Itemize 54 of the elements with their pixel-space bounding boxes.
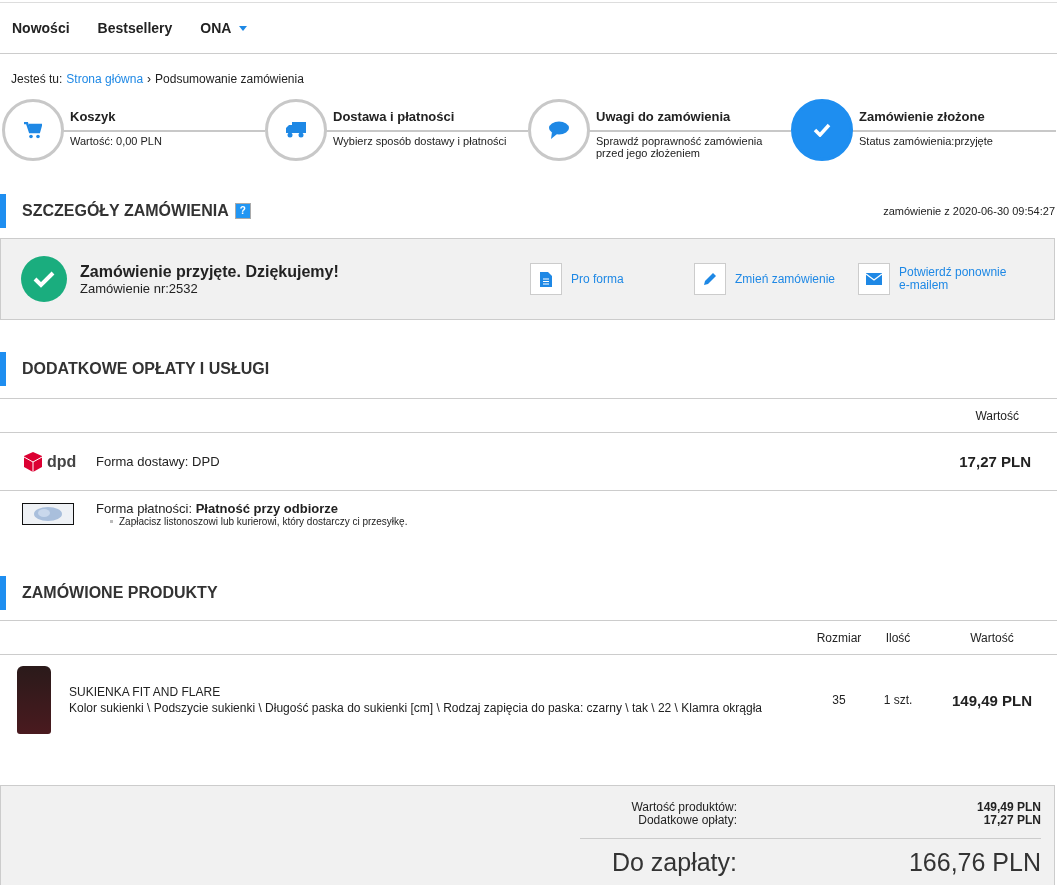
column-header: Rozmiar [815, 630, 863, 645]
caret-icon [239, 25, 248, 31]
breadcrumb-link[interactable]: Strona główna [66, 72, 144, 86]
product-quantity: 1 szt. [882, 693, 914, 707]
section-title: DODATKOWE OPŁATY I USŁUGI [22, 360, 270, 378]
summary-label: Dodatkowe opłaty: [637, 814, 737, 827]
breadcrumb-separator: › [147, 72, 152, 86]
section-accent-bar [0, 194, 6, 228]
column-header: Ilość [884, 630, 912, 645]
section-title: ZAMÓWIONE PRODUKTY [22, 584, 218, 602]
breadcrumb-current: Podsumowanie zamówienia [155, 72, 304, 86]
column-header: Wartość [969, 630, 1015, 645]
section-title: SZCZEGÓŁY ZAMÓWIENIA [22, 202, 229, 220]
product-size: 35 [831, 693, 847, 707]
action-link[interactable]: Zmień zamówienie [735, 272, 855, 286]
action-link[interactable]: Pro forma [571, 272, 691, 286]
summary-label: Wartość produktów: [630, 801, 737, 814]
section-accent-bar [0, 576, 6, 610]
step-description: Wybierz sposób dostawy i płatności [333, 135, 508, 147]
checkmark-icon [813, 123, 831, 137]
product-options: Kolor sukienki \ Podszycie sukienki \ Długość paska do sukienki [cm] \ Rodzaj zapięcia do paska: czarny \ tak \ 22 \ Klamra okrągła [69, 700, 809, 716]
product-price: 149,49 PLN [950, 691, 1033, 709]
nav-link[interactable]: Bestsellery [97, 20, 173, 36]
photo-placeholder [17, 666, 51, 734]
nav-link[interactable]: Nowości [12, 20, 70, 36]
total-label: Do zapłaty: [610, 848, 737, 877]
order-number: Zamówienie nr:2532 [80, 280, 199, 296]
payment-method: Forma płatności: Płatność przy odbiorze [96, 501, 339, 516]
check-circle-icon [21, 256, 67, 302]
delivery-price: 17,27 PLN [959, 453, 1031, 470]
envelope-icon[interactable] [858, 263, 890, 295]
nav-link[interactable]: ONA [200, 20, 248, 36]
step-description: Status zamówienia:przyjęte [859, 135, 994, 147]
confirmation-message: Zamówienie przyjęte. Dziękujemy! [80, 262, 340, 281]
action-link[interactable]: Potwierdź ponownie e-mailem [899, 266, 1019, 292]
order-date: zamówienie z 2020-06-30 09:54:27 [883, 205, 1055, 217]
summary-value: 17,27 PLN [982, 814, 1041, 827]
summary-value: 149,49 PLN [975, 801, 1041, 814]
delivery-method: Forma dostawy: DPD [96, 454, 220, 469]
section-accent-bar [0, 352, 6, 386]
product-name[interactable]: SUKIENKA FIT AND FLARE [69, 684, 809, 700]
payment-note: Zapłacisz listonoszowi lub kurierowi, który dostarczy ci przesyłkę. [119, 516, 408, 527]
column-header: Wartość [975, 408, 1019, 423]
total-value: 166,76 PLN [907, 848, 1041, 877]
dpd-logo: dpd [24, 451, 77, 472]
help-button[interactable]: ? [234, 203, 251, 219]
breadcrumb-label: Jesteś tu: [11, 72, 63, 86]
cart-icon [24, 121, 42, 139]
speech-bubble-icon [549, 121, 569, 139]
step-description: Wartość: 0,00 PLN [70, 135, 163, 147]
pencil-icon[interactable] [694, 263, 726, 295]
truck-icon [286, 122, 306, 138]
document-icon[interactable] [530, 263, 562, 295]
step-description: Sprawdź poprawność zamówienia przed jego złożeniem [596, 135, 764, 159]
